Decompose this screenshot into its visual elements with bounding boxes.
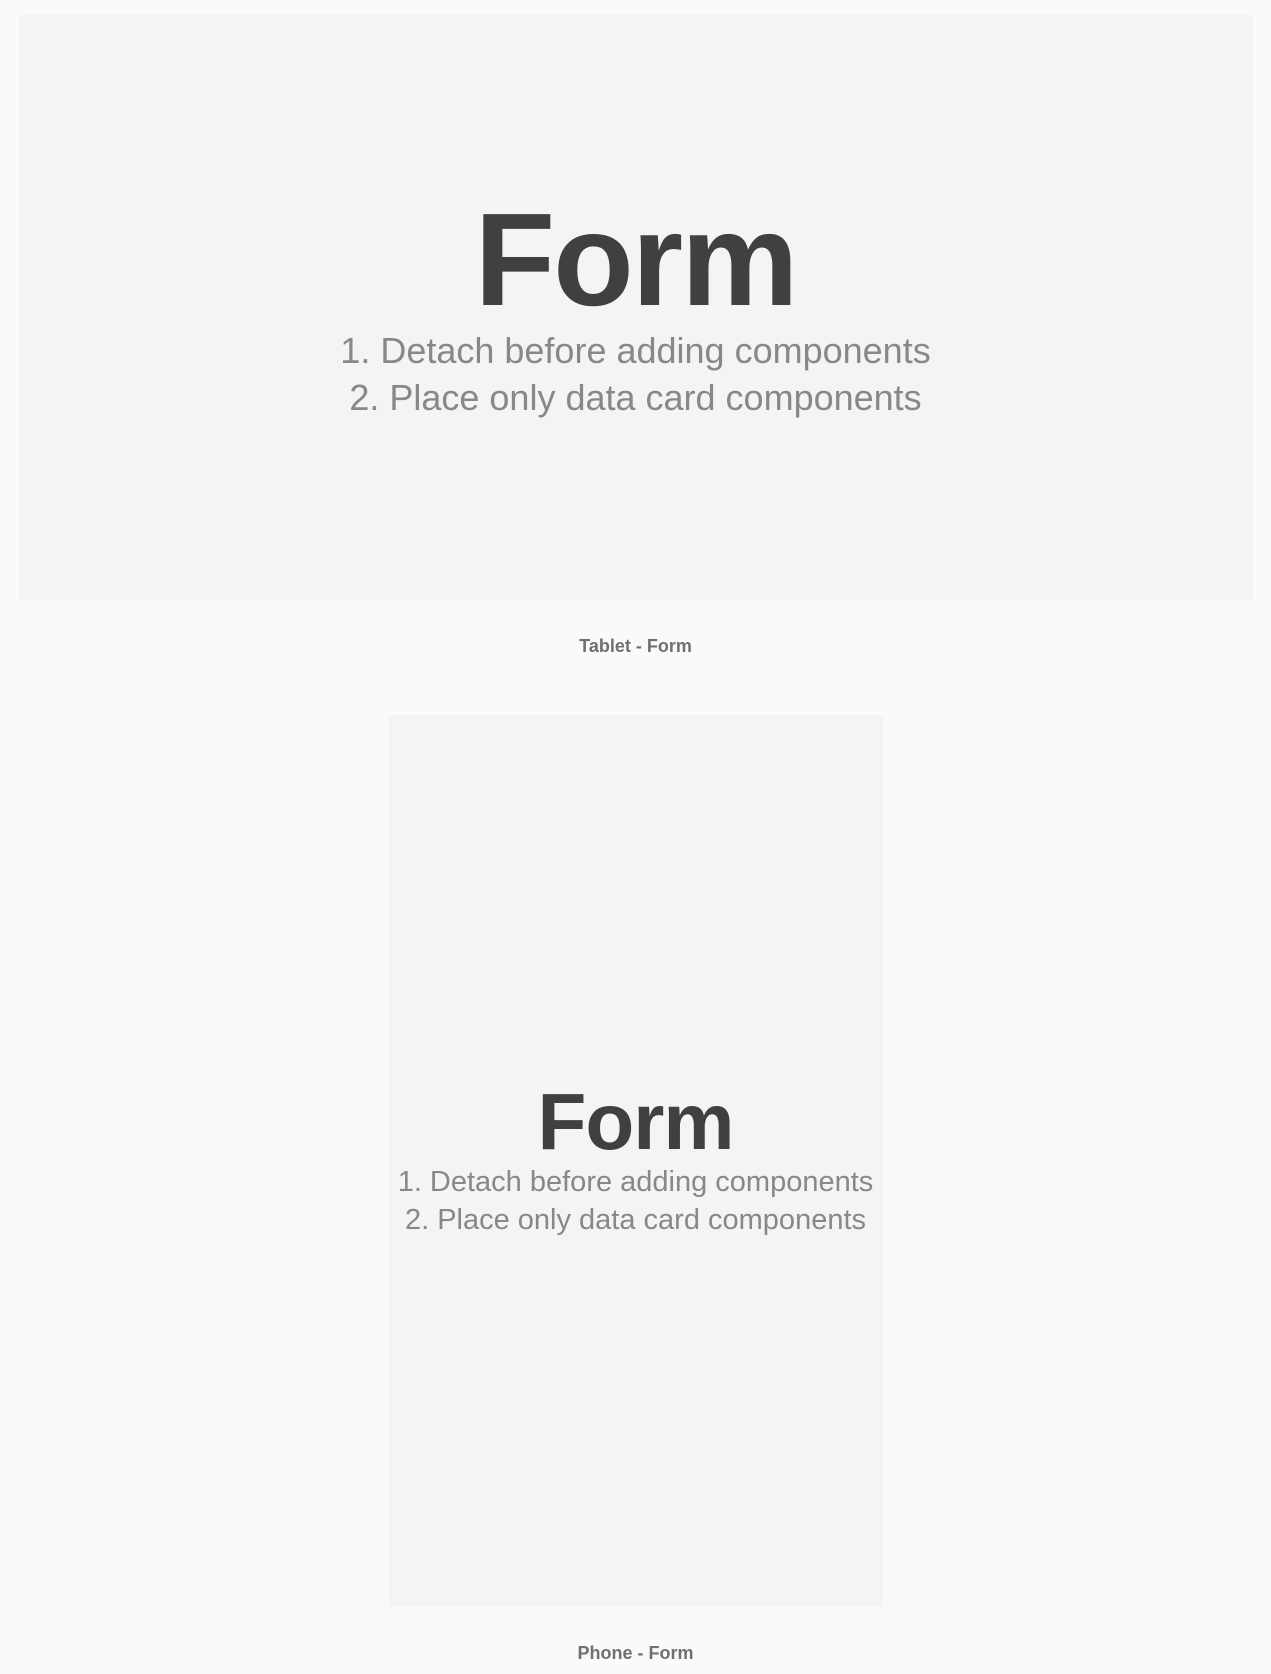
tablet-instruction-1: 1. Detach before adding components bbox=[340, 328, 930, 375]
phone-form-panel: Form 1. Detach before adding components … bbox=[389, 715, 883, 1607]
phone-caption: Phone - Form bbox=[578, 1643, 694, 1664]
phone-instruction-1: 1. Detach before adding components bbox=[398, 1164, 874, 1202]
forms-container: Form 1. Detach before adding components … bbox=[0, 0, 1271, 1664]
phone-instructions: 1. Detach before adding components 2. Pl… bbox=[398, 1164, 874, 1239]
tablet-instructions: 1. Detach before adding components 2. Pl… bbox=[340, 328, 930, 422]
phone-form-title: Form bbox=[538, 1082, 734, 1162]
tablet-instruction-2: 2. Place only data card components bbox=[340, 375, 930, 422]
tablet-caption: Tablet - Form bbox=[579, 636, 692, 657]
phone-instruction-2: 2. Place only data card components bbox=[398, 1202, 874, 1240]
tablet-form-title: Form bbox=[475, 194, 797, 326]
tablet-form-panel: Form 1. Detach before adding components … bbox=[19, 15, 1253, 600]
